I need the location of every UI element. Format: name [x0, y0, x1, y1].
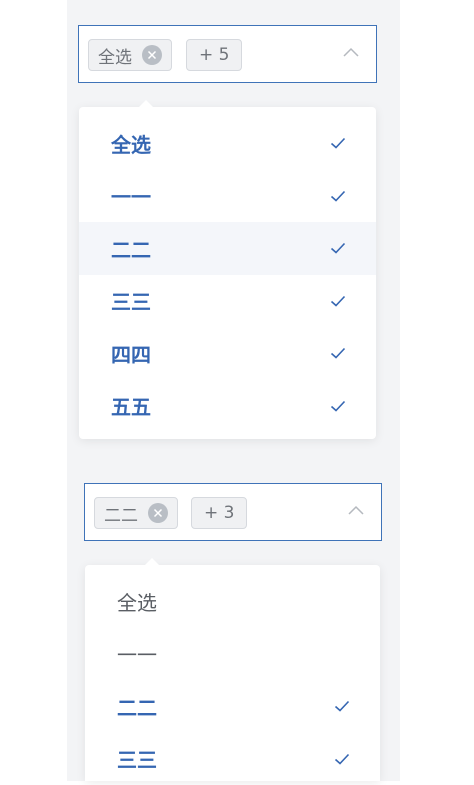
- check-icon: [334, 753, 350, 765]
- option-label: 全选: [111, 129, 151, 158]
- check-icon: [330, 400, 346, 412]
- option-list: 全选 一一 二二 三三 四四 五五: [79, 107, 376, 432]
- option-item[interactable]: 三三: [85, 733, 380, 785]
- selected-tag-label: 全选: [98, 43, 132, 68]
- multi-select-2[interactable]: 二二 + 3: [84, 483, 382, 541]
- chevron-up-icon[interactable]: [347, 504, 365, 518]
- dropdown-caret: [145, 558, 159, 565]
- dropdown-caret: [139, 100, 153, 107]
- option-label: 三三: [111, 286, 151, 315]
- option-label: 二二: [111, 234, 151, 263]
- selected-tag-label: 二二: [104, 501, 138, 526]
- chevron-up-icon[interactable]: [342, 46, 360, 60]
- option-label: 五五: [111, 391, 151, 420]
- option-label: 一一: [117, 639, 157, 668]
- option-label: 二二: [117, 692, 157, 721]
- check-icon: [334, 700, 350, 712]
- option-item[interactable]: 二二: [85, 680, 380, 733]
- selected-tag: 二二: [94, 497, 178, 529]
- option-item[interactable]: 全选: [85, 575, 380, 628]
- check-icon: [330, 242, 346, 254]
- selected-tag: 全选: [88, 39, 172, 71]
- option-item[interactable]: 全选: [79, 117, 376, 170]
- option-label: 全选: [117, 587, 157, 616]
- check-icon: [330, 347, 346, 359]
- option-item[interactable]: 四四: [79, 327, 376, 380]
- check-icon: [330, 295, 346, 307]
- option-item[interactable]: 一一: [79, 170, 376, 223]
- overflow-count-tag: + 5: [186, 39, 242, 71]
- check-icon: [330, 190, 346, 202]
- check-icon: [330, 137, 346, 149]
- option-item[interactable]: 三三: [79, 275, 376, 328]
- close-circle-icon[interactable]: [148, 503, 168, 523]
- option-item[interactable]: 一一: [85, 628, 380, 681]
- option-label: 三三: [117, 744, 157, 773]
- option-item-hovered[interactable]: 二二: [79, 222, 376, 275]
- close-circle-icon[interactable]: [142, 45, 162, 65]
- option-list: 全选 一一 二二 三三: [85, 565, 380, 785]
- option-label: 一一: [111, 181, 151, 210]
- overflow-count: + 5: [199, 45, 229, 65]
- option-label: 四四: [111, 339, 151, 368]
- multi-select-1[interactable]: 全选 + 5: [78, 25, 377, 83]
- option-item[interactable]: 五五: [79, 380, 376, 433]
- overflow-count-tag: + 3: [191, 497, 247, 529]
- dropdown-panel-2: 全选 一一 二二 三三: [85, 565, 380, 781]
- overflow-count: + 3: [204, 503, 234, 523]
- dropdown-panel-1: 全选 一一 二二 三三 四四 五五: [79, 107, 376, 439]
